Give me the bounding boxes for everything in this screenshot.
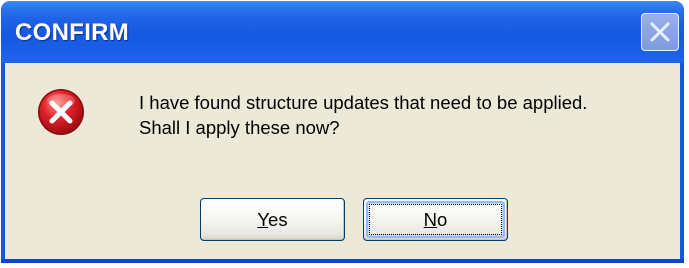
message-line-2: Shall I apply these now? (139, 117, 340, 138)
focus-rectangle (369, 204, 502, 235)
yes-button-label: Yes (257, 208, 288, 230)
yes-button[interactable]: Yes (200, 198, 345, 241)
close-icon (650, 22, 670, 42)
close-button[interactable] (641, 13, 679, 51)
dialog-title: CONFIRM (15, 19, 130, 46)
title-bar[interactable]: CONFIRM (1, 1, 684, 63)
confirm-dialog: CONFIRM I have found structure updates t… (1, 1, 684, 263)
window-border (1, 259, 684, 263)
error-icon (38, 89, 84, 135)
dialog-message: I have found structure updates that need… (139, 90, 587, 140)
dialog-body: I have found structure updates that need… (5, 63, 680, 259)
message-line-1: I have found structure updates that need… (139, 92, 588, 113)
no-button[interactable]: No (363, 198, 508, 241)
